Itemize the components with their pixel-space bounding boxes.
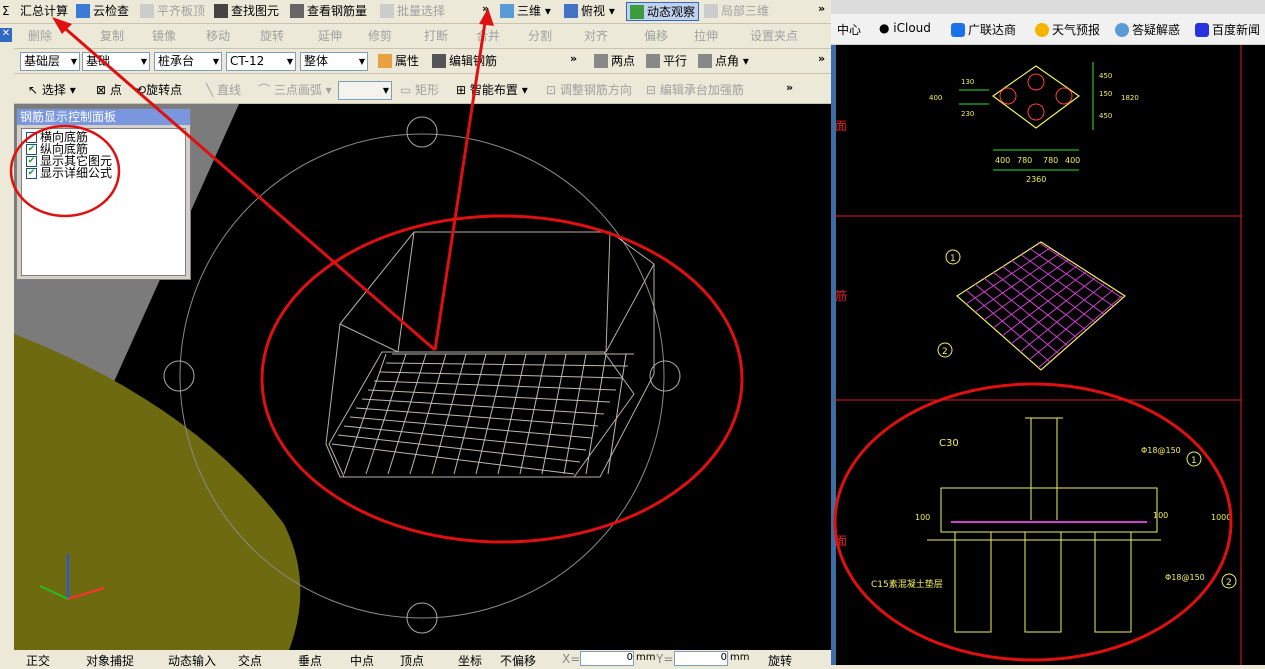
cover-right: 100	[1153, 511, 1168, 520]
mesh-line	[965, 289, 1051, 363]
rebar-spec: Φ18@150	[1141, 446, 1181, 455]
section-marker-1: 1	[1191, 456, 1197, 466]
browser-top-strip	[831, 0, 1265, 14]
dim-right-2: 150	[1099, 90, 1112, 98]
dim-780-left: 780	[1017, 156, 1032, 165]
glodon-icon	[951, 23, 965, 37]
dim-400-right: 400	[1065, 156, 1080, 165]
mesh-line	[974, 283, 1060, 355]
browser-bookmarks-bar: 中心 ● iCloud 广联达商 天气预报 答疑解惑 百度新闻	[831, 14, 1265, 45]
dim-400-left: 400	[995, 156, 1010, 165]
cover-left: 100	[915, 513, 930, 522]
c15-label: C15素混凝土垫层	[871, 578, 943, 590]
cad-drawing-pane: 面 筋 面 400 780 780 400 2360 450 150 450 1…	[831, 0, 1265, 665]
rebar-spec-2: Φ18@150	[1165, 573, 1205, 582]
weather-icon	[1035, 23, 1049, 37]
bookmark-center[interactable]: 中心	[837, 21, 861, 38]
annotation-overlay	[9, 8, 494, 352]
dim-right-total: 1820	[1121, 94, 1139, 102]
section-view: C30 Φ18@150 Φ18@150 100 100 1000 C15素混凝土…	[871, 417, 1237, 633]
dim-left-2: 400	[929, 94, 942, 102]
mesh-line	[983, 259, 1069, 321]
dim-total: 2360	[1026, 175, 1046, 184]
section-marker-2: 2	[1226, 578, 1232, 588]
cap-depth: 1000	[1211, 513, 1231, 522]
concrete-grade: C30	[939, 438, 959, 449]
dim-left-1: 130	[961, 78, 974, 86]
side-label-1: 面	[835, 119, 847, 133]
dim-right-1: 450	[1099, 72, 1112, 80]
bookmark-baidu-news[interactable]: 百度新闻	[1195, 21, 1260, 38]
marker-2: 2	[942, 347, 948, 357]
arrowhead-2	[479, 8, 494, 26]
panel-highlight-ellipse	[9, 124, 121, 218]
mesh-line	[974, 253, 1060, 313]
mesh-line	[983, 277, 1069, 347]
bookmark-glodon[interactable]: 广联达商	[951, 21, 1016, 38]
lightbulb-icon	[1115, 23, 1129, 37]
dim-right-3: 450	[1099, 112, 1112, 120]
mesh-line	[1019, 253, 1105, 315]
bookmark-weather[interactable]: 天气预报	[1035, 21, 1100, 38]
bookmark-icloud[interactable]: ● iCloud	[879, 21, 931, 35]
bookmark-qa[interactable]: 答疑解惑	[1115, 21, 1180, 38]
baidu-icon	[1195, 23, 1209, 37]
dim-left-3: 230	[961, 110, 974, 118]
side-label-2: 筋	[835, 288, 847, 303]
arrow-to-view3d	[433, 15, 488, 351]
apple-icon: ●	[879, 21, 894, 35]
rebar-plan: 1 2	[937, 241, 1126, 371]
cad-drawing: 面 筋 面 400 780 780 400 2360 450 150 450 1…	[831, 0, 1265, 665]
mesh-line	[1019, 283, 1105, 353]
marker-1: 1	[950, 254, 956, 264]
dim-780-right: 780	[1043, 156, 1058, 165]
plan-view: 400 780 780 400 2360 450 150 450 1820 13…	[929, 62, 1139, 184]
